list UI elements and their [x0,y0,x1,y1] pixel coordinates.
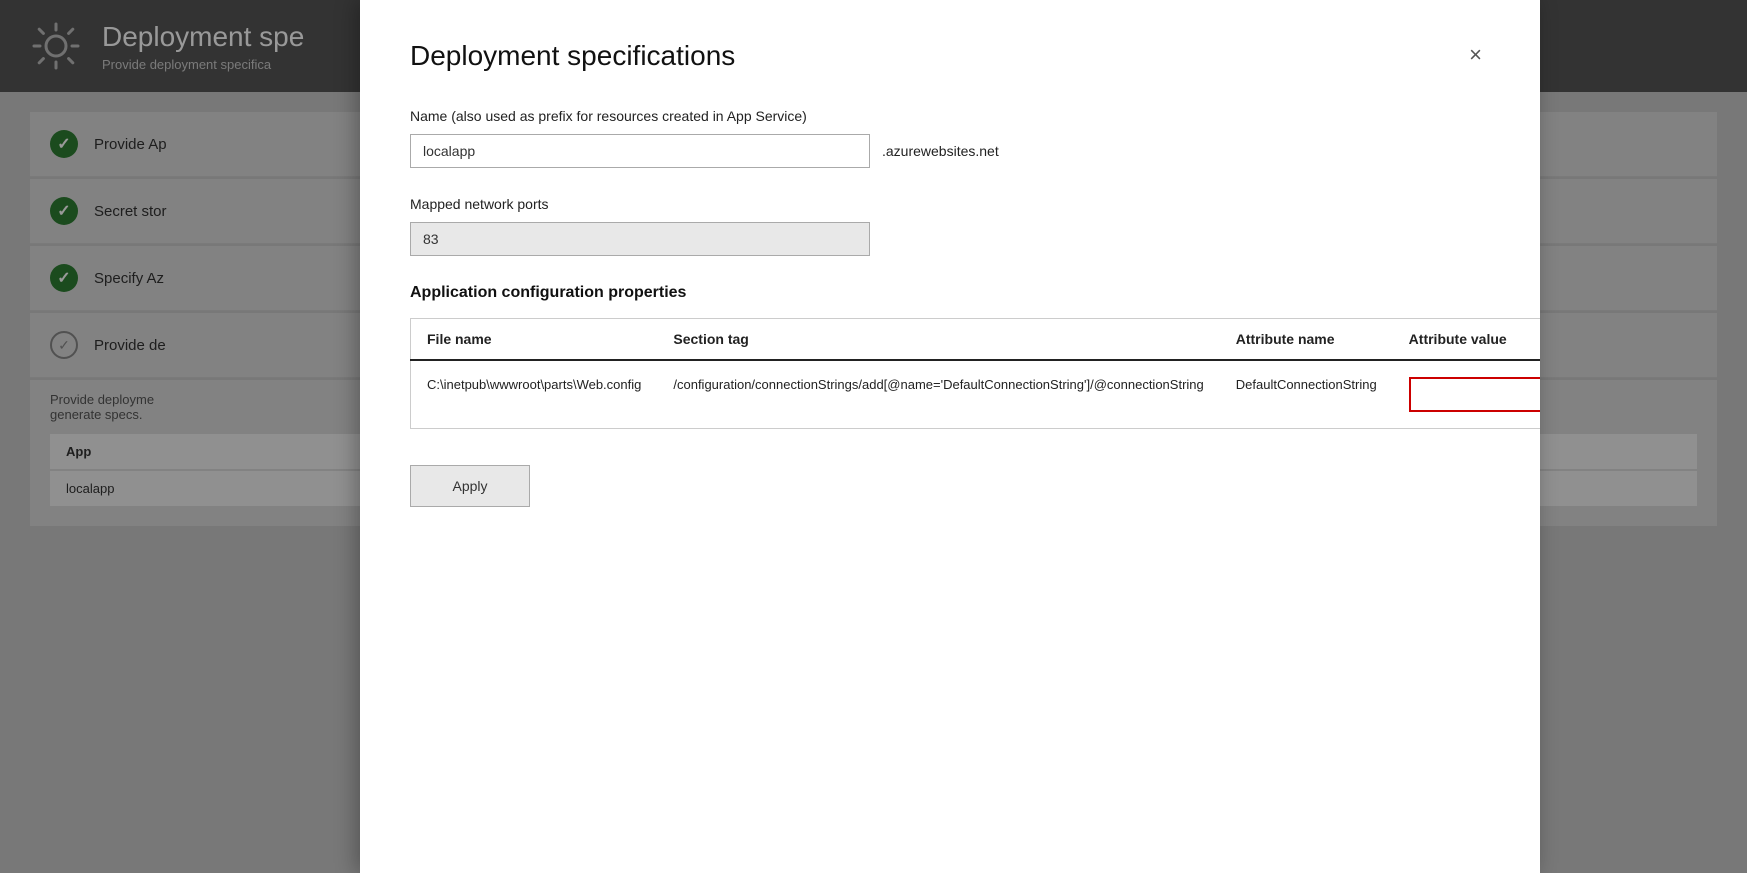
modal-header: Deployment specifications × [410,40,1490,72]
ports-field-section: Mapped network ports [410,196,1490,256]
attribute-value-input[interactable] [1409,377,1540,412]
name-input-row: .azurewebsites.net [410,134,1490,168]
cell-attribute-name: DefaultConnectionString [1220,360,1393,429]
col-section-tag: Section tag [657,319,1219,361]
apply-button[interactable]: Apply [410,465,530,507]
modal-title: Deployment specifications [410,40,735,72]
ports-input[interactable] [410,222,870,256]
cell-section-tag: /configuration/connectionStrings/add[@na… [657,360,1219,429]
name-field-section: Name (also used as prefix for resources … [410,108,1490,168]
config-section-title: Application configuration properties [410,284,1490,302]
col-file-name: File name [411,319,658,361]
col-attribute-value: Attribute value [1393,319,1540,361]
ports-field-label: Mapped network ports [410,196,1490,212]
config-table-header-row: File name Section tag Attribute name Att… [411,319,1541,361]
table-row: C:\inetpub\wwwroot\parts\Web.config /con… [411,360,1541,429]
name-input[interactable] [410,134,870,168]
col-attribute-name: Attribute name [1220,319,1393,361]
modal-close-button[interactable]: × [1461,40,1490,70]
domain-suffix: .azurewebsites.net [882,143,999,159]
modal-overlay: Deployment specifications × Name (also u… [0,0,1747,873]
modal-dialog: Deployment specifications × Name (also u… [360,0,1540,873]
config-section: Application configuration properties Fil… [410,284,1490,429]
name-field-label: Name (also used as prefix for resources … [410,108,1490,124]
cell-attribute-value [1393,360,1540,429]
config-table: File name Section tag Attribute name Att… [410,318,1540,429]
cell-file-name: C:\inetpub\wwwroot\parts\Web.config [411,360,658,429]
